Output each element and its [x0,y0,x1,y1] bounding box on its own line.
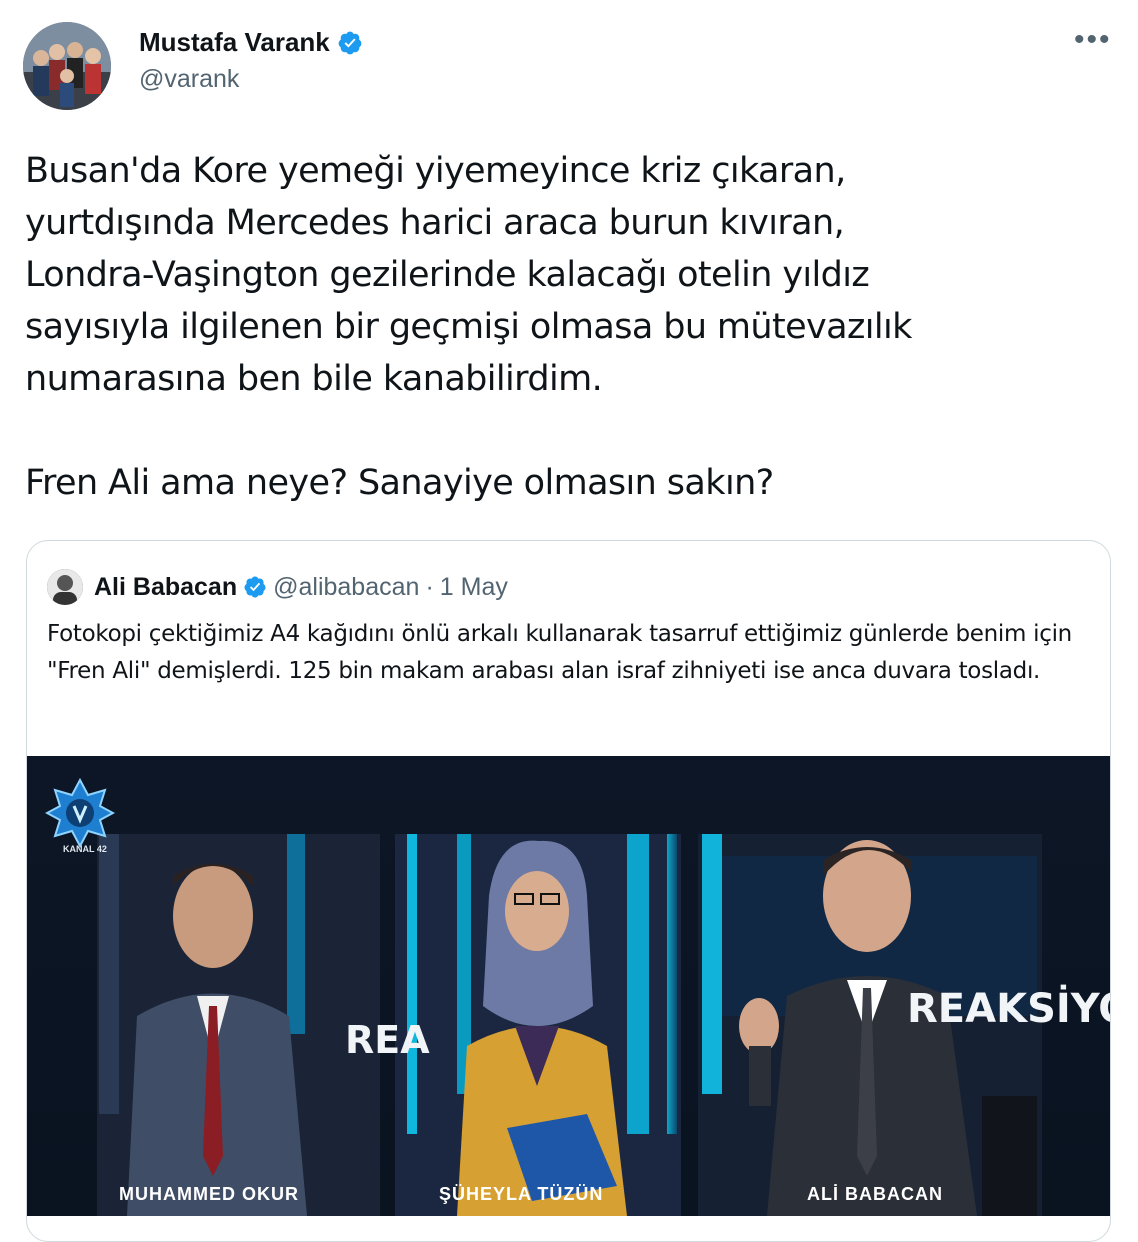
author-avatar[interactable] [23,22,111,110]
quoted-tweet-header: Ali Babacan @alibabacan · 1 May [47,569,508,605]
quoted-tweet-date[interactable]: 1 May [440,573,508,602]
caption-left: MUHAMMED OKUR [119,1184,299,1204]
caption-middle: ŞÜHEYLA TÜZÜN [439,1184,604,1204]
author-name[interactable]: Mustafa Varank [139,27,330,58]
more-options-icon[interactable]: ••• [1074,25,1112,55]
author-name-row: Mustafa Varank [139,27,363,58]
verified-badge-icon [338,31,362,54]
quoted-tweet-text: Fotokopi çektiğimiz A4 kağıdını önlü ark… [47,621,1072,684]
channel-logo-text: KANAL 42 [63,844,107,854]
separator-dot: · [425,572,434,601]
group-photo-icon [23,22,111,110]
channel-logo [44,777,116,853]
set-text-right: REAKSİYO [907,986,1110,1032]
tweet-text: Busan'da Kore yemeği yiyemeyince kriz çı… [25,151,912,503]
quoted-tweet-video[interactable]: KANAL 42 REA REAKSİYO MUHAMMED OKUR ŞÜHE… [27,756,1110,1216]
quoted-tweet[interactable]: Ali Babacan @alibabacan · 1 May Fotokopi… [26,540,1111,1242]
quoted-author-name[interactable]: Ali Babacan [94,573,237,602]
set-text-left: REA [345,1018,430,1062]
verified-badge-icon [244,576,266,598]
portrait-icon [47,569,83,605]
author-handle[interactable]: @varank [139,65,239,94]
star-logo-icon [44,777,116,849]
quoted-author-handle[interactable]: @alibabacan [273,573,419,602]
quoted-author-avatar[interactable] [47,569,83,605]
caption-right: ALİ BABACAN [807,1184,943,1204]
